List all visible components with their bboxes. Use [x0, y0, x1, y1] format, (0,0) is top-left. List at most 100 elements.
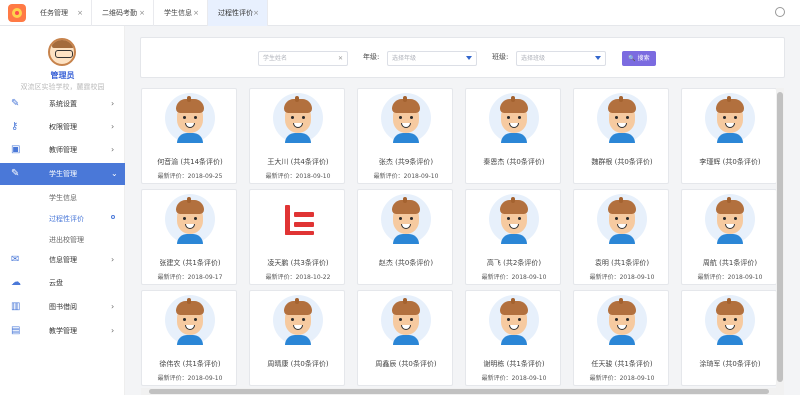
student-avatar-icon [381, 194, 431, 244]
sidebar-item-students[interactable]: ✎ 学生管理 ⌄ [0, 163, 125, 185]
close-icon[interactable]: × [139, 0, 145, 26]
student-card[interactable]: 徐伟农 (共1条评价) 最新评价：2018-09-10 [141, 290, 237, 386]
student-card[interactable]: 秦恩杰 (共0条评价) [465, 88, 561, 184]
close-icon[interactable]: × [193, 0, 199, 26]
tab-process-evaluation[interactable]: 过程性评价 × [208, 0, 268, 26]
student-card[interactable]: 张杰 (共9条评价) 最新评价：2018-09-10 [357, 88, 453, 184]
student-name: 涂琦军 (共0条评价) [699, 360, 761, 368]
sidebar-item-label: 云盘 [49, 279, 63, 287]
student-avatar-icon [381, 295, 431, 345]
student-card[interactable]: 王大川 (共4条评价) 最新评价：2018-09-10 [249, 88, 345, 184]
student-name: 周晴康 (共0条评价) [267, 360, 329, 368]
book-icon: ▥ [11, 301, 21, 312]
student-name: 秦恩杰 (共0条评价) [483, 158, 545, 166]
pencil-icon: ✎ [11, 168, 20, 179]
student-name: 高飞 (共2条评价) [486, 259, 542, 267]
sidebar-item-permissions[interactable]: ⚷ 权限管理 › [0, 116, 125, 138]
close-icon[interactable]: × [253, 0, 259, 26]
student-name: 袁明 (共1条评价) [594, 259, 650, 267]
school-name: 双流区实验学校，麓霆校园 [20, 83, 105, 91]
latest-evaluation-date: 最新评价：2018-09-10 [157, 375, 223, 382]
student-name: 李瑾辉 (共0条评价) [699, 158, 761, 166]
sidebar-subitem-process-evaluation[interactable]: 过程性评价 [49, 214, 84, 224]
sidebar-subitem-entry-exit[interactable]: 进出校管理 [49, 235, 84, 245]
avatar [48, 38, 76, 66]
sidebar-subitem-student-info[interactable]: 学生信息 [49, 193, 77, 203]
app-logo-icon[interactable] [8, 4, 26, 22]
briefcase-icon: ▣ [11, 144, 21, 155]
tab-qr-attendance[interactable]: 二维码考勤 × [92, 0, 154, 26]
student-avatar-icon [597, 194, 647, 244]
horizontal-scrollbar[interactable] [141, 388, 777, 395]
student-card[interactable]: 凌天鹏 (共3条评价) 最新评价：2018-10-22 [249, 189, 345, 285]
student-name: 凌天鹏 (共3条评价) [267, 259, 329, 267]
student-card[interactable]: 周鑫辰 (共0条评价) [357, 290, 453, 386]
sidebar-item-library[interactable]: ▥ 图书借阅 › [0, 296, 125, 318]
sidebar-item-information[interactable]: ✉ 信息管理 › [0, 249, 125, 271]
class-select[interactable]: 选择班级 [516, 51, 606, 66]
search-panel: 学生姓名 ✕ 年级: 选择年级 班级: 选择班级 🔍 搜索 [140, 37, 785, 78]
close-icon[interactable]: × [77, 0, 83, 26]
student-avatar-icon [165, 93, 215, 143]
grade-select[interactable]: 选择年级 [387, 51, 477, 66]
student-name: 王大川 (共4条评价) [267, 158, 329, 166]
sidebar-item-label: 信息管理 [49, 256, 77, 264]
scrollbar-thumb[interactable] [777, 92, 783, 382]
tab-task-management[interactable]: 任务管理 × [30, 0, 92, 26]
latest-evaluation-date: 最新评价：2018-09-17 [157, 274, 223, 281]
sidebar-item-cloud-drive[interactable]: ☁ 云盘 [0, 272, 125, 294]
card-icon: ▤ [11, 325, 21, 336]
sidebar-item-system-settings[interactable]: ✎ 系统设置 › [0, 93, 125, 115]
student-card[interactable]: 李瑾辉 (共0条评价) [681, 88, 777, 184]
sidebar-item-teachers[interactable]: ▣ 教师管理 › [0, 139, 125, 161]
scrollbar-thumb[interactable] [149, 389, 769, 394]
student-card[interactable]: 任天骏 (共1条评价) 最新评价：2018-09-10 [573, 290, 669, 386]
student-avatar-icon [597, 295, 647, 345]
student-avatar-icon [489, 295, 539, 345]
student-card[interactable]: 赵杰 (共0条评价) [357, 189, 453, 285]
grade-placeholder: 选择年级 [392, 55, 417, 62]
student-card[interactable]: 高飞 (共2条评价) 最新评价：2018-09-10 [465, 189, 561, 285]
tab-label: 二维码考勤 [102, 9, 137, 17]
student-avatar-icon [705, 194, 755, 244]
sidebar-item-label: 系统设置 [49, 100, 77, 108]
student-avatar-icon [165, 295, 215, 345]
latest-evaluation-date: 最新评价：2018-09-10 [697, 274, 763, 281]
student-card-grid: 何音渝 (共14条评价) 最新评价：2018-09-25 王大川 (共4条评价) 最新… [141, 88, 781, 395]
tab-label: 学生信息 [164, 9, 192, 17]
grade-label: 年级: [363, 53, 380, 61]
student-card[interactable]: 涂琦军 (共0条评价) [681, 290, 777, 386]
latest-evaluation-date: 最新评价：2018-09-10 [373, 173, 439, 180]
chevron-down-icon: ⌄ [111, 169, 118, 178]
latest-evaluation-date: 最新评价：2018-09-10 [481, 375, 547, 382]
student-card[interactable]: 谢明栋 (共1条评价) 最新评价：2018-09-10 [465, 290, 561, 386]
sidebar: 管理员 双流区实验学校，麓霆校园 ✎ 系统设置 › ⚷ 权限管理 › ▣ 教师管… [0, 26, 125, 395]
student-card[interactable]: 袁明 (共1条评价) 最新评价：2018-09-10 [573, 189, 669, 285]
search-button[interactable]: 🔍 搜索 [622, 51, 656, 66]
app-root: 任务管理 × 二维码考勤 × 学生信息 × 过程性评价 × 管理员 双流区实验学… [0, 0, 800, 395]
student-name: 魏群根 (共0条评价) [591, 158, 653, 166]
student-avatar-icon [489, 194, 539, 244]
student-card[interactable]: 何音渝 (共14条评价) 最新评价：2018-09-25 [141, 88, 237, 184]
student-name-input[interactable]: 学生姓名 ✕ [258, 51, 348, 66]
student-card[interactable]: 周航 (共1条评价) 最新评价：2018-09-10 [681, 189, 777, 285]
student-card[interactable]: 周晴康 (共0条评价) [249, 290, 345, 386]
student-card[interactable]: 张建文 (共1条评价) 最新评价：2018-09-17 [141, 189, 237, 285]
cloud-icon: ☁ [11, 277, 21, 288]
wrench-icon: ✎ [11, 98, 20, 109]
student-name: 张建文 (共1条评价) [159, 259, 221, 267]
student-avatar-icon [705, 295, 755, 345]
clear-icon[interactable]: ✕ [338, 52, 343, 65]
student-avatar-icon [165, 194, 215, 244]
sidebar-item-teaching[interactable]: ▤ 教学管理 › [0, 320, 125, 342]
student-avatar-icon [489, 93, 539, 143]
latest-evaluation-date: 最新评价：2018-09-10 [589, 375, 655, 382]
student-name: 何音渝 (共14条评价) [157, 158, 223, 166]
student-name: 周航 (共1条评价) [702, 259, 758, 267]
tab-student-info[interactable]: 学生信息 × [154, 0, 208, 26]
student-card[interactable]: 魏群根 (共0条评价) [573, 88, 669, 184]
refresh-icon[interactable] [775, 7, 785, 17]
caret-down-icon [466, 56, 472, 60]
active-dot-icon [111, 215, 115, 219]
vertical-scrollbar[interactable] [776, 88, 784, 395]
